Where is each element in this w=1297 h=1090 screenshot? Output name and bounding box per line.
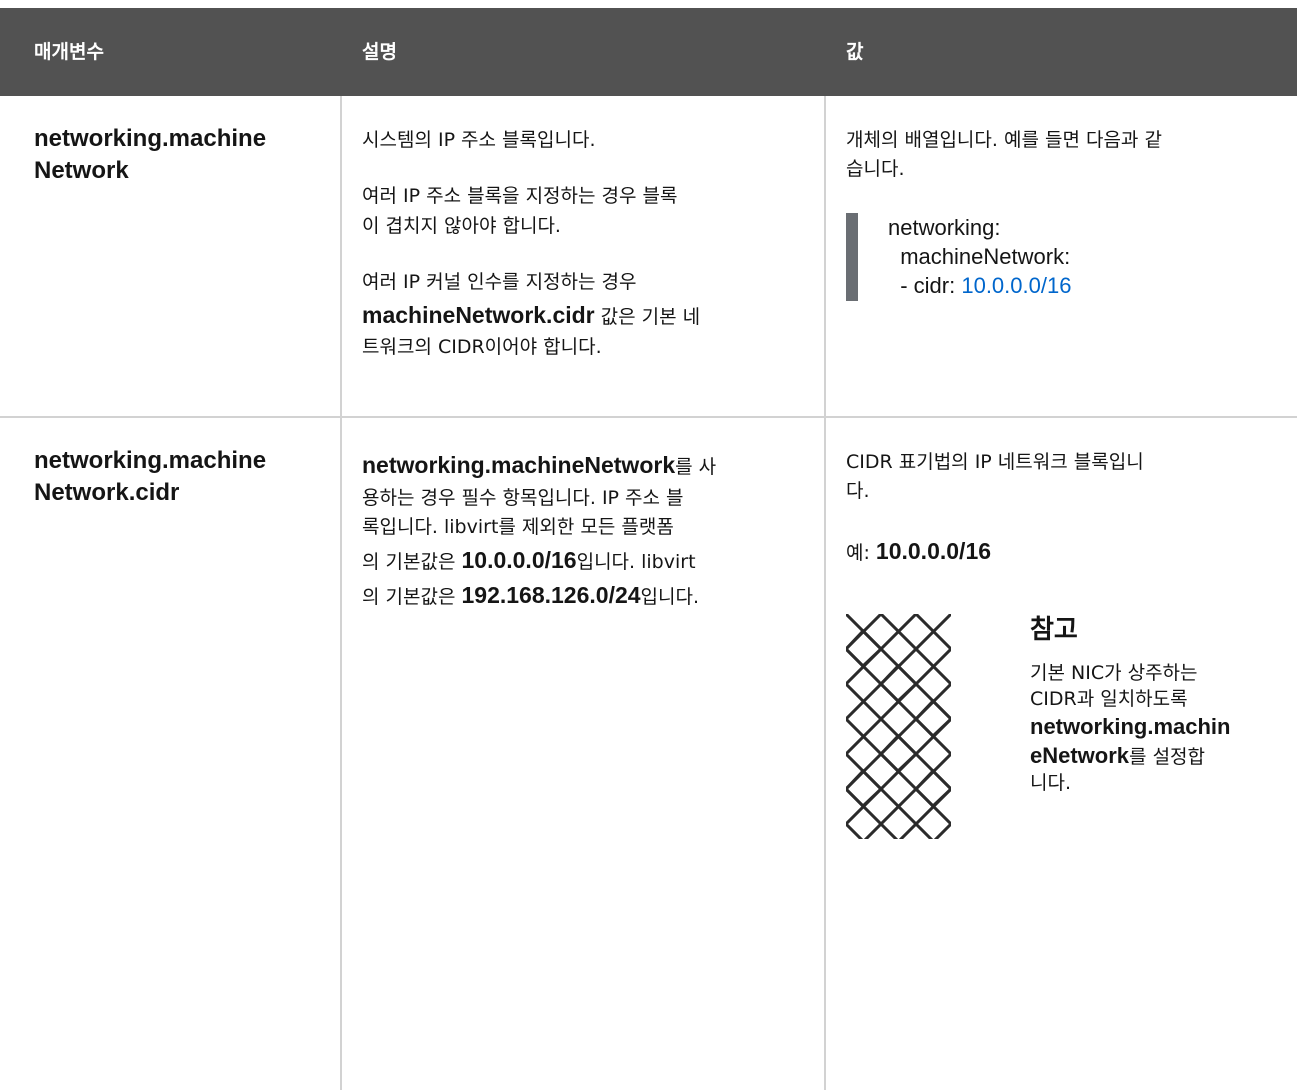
description-text: 록입니다. libvirt를 제외한 모든 플랫폼 <box>362 516 674 539</box>
value-text: 다. <box>846 480 870 503</box>
value-paragraph: CIDR 표기법의 IP 네트워크 블록입니 다. <box>846 448 1286 507</box>
description-text: 를 사 <box>675 456 717 478</box>
parameter-name: networking.machine Network.cidr <box>34 445 324 509</box>
description-paragraph: networking.machineNetwork를 사 용하는 경우 필수 항… <box>362 448 812 614</box>
value-cell: CIDR 표기법의 IP 네트워크 블록입니 다. 예: 10.0.0.0/16 <box>846 418 1286 844</box>
code-block-bar <box>846 212 858 301</box>
inline-code-bold: networking.machin <box>1030 713 1231 739</box>
example-label: 예: <box>846 541 876 564</box>
parameter-name-line: Network.cidr <box>34 478 180 506</box>
note-text-line: CIDR과 일치하도록 <box>1030 688 1188 711</box>
parameter-name-line: networking.machine <box>34 447 267 474</box>
top-strip <box>0 0 1297 8</box>
cidr-link[interactable]: 10.0.0.0/16 <box>961 273 1071 298</box>
inline-code-bold: 192.168.126.0/24 <box>461 582 641 609</box>
code-line: - cidr: 10.0.0.0/16 <box>888 271 1286 300</box>
header-parameter: 매개변수 <box>34 41 104 63</box>
note-text: 기본 NIC가 상주하는 CIDR과 일치하도록 networking.mach… <box>1030 661 1290 796</box>
parameter-name: networking.machine Network <box>34 123 324 187</box>
value-text: 습니다. <box>846 158 905 181</box>
parameter-name-line: Network <box>34 156 129 184</box>
description-text: 값은 기본 네 <box>594 305 701 328</box>
header-value: 값 <box>846 41 864 63</box>
description-text: 용하는 경우 필수 항목입니다. IP 주소 블 <box>362 486 684 509</box>
document-page: 매개변수 설명 값 networking.machine Network 시스템… <box>0 0 1297 1090</box>
inline-code-bold: networking.machineNetwork <box>362 452 676 478</box>
table-row: networking.machine Network 시스템의 IP 주소 블록… <box>0 96 1297 416</box>
description-paragraph: 여러 IP 주소 블록을 지정하는 경우 블록 이 겹치지 않아야 합니다. <box>362 182 812 241</box>
description-text: 입니다. <box>640 586 700 609</box>
header-description: 설명 <box>362 41 397 63</box>
description-text: 이 겹치지 않아야 합니다. <box>362 214 561 237</box>
description-paragraph: 여러 IP 커널 인수를 지정하는 경우 machineNetwork.cidr… <box>362 268 812 363</box>
parameter-cell: networking.machine Network <box>34 96 324 187</box>
description-cell: 시스템의 IP 주소 블록입니다. 여러 IP 주소 블록을 지정하는 경우 블… <box>362 96 812 363</box>
code-line: networking: <box>888 214 1001 240</box>
value-text: CIDR 표기법의 IP 네트워크 블록입니 <box>846 451 1144 473</box>
inline-code-bold: 10.0.0.0/16 <box>461 546 577 573</box>
description-text: 입니다. libvirt <box>576 550 696 573</box>
parameter-name-line: networking.machine <box>34 125 267 152</box>
description-text: 의 기본값은 <box>362 586 462 609</box>
example-value: 10.0.0.0/16 <box>875 537 992 564</box>
note-body: 참고 기본 NIC가 상주하는 CIDR과 일치하도록 networking.m… <box>1030 614 1290 797</box>
example-paragraph: 예: 10.0.0.0/16 <box>846 534 1286 570</box>
table-row: networking.machine Network.cidr networki… <box>0 418 1297 1090</box>
description-text: 여러 IP 커널 인수를 지정하는 경우 <box>362 271 637 294</box>
note-admonition: 참고 기본 NIC가 상주하는 CIDR과 일치하도록 networking.m… <box>846 613 1286 844</box>
note-title: 참고 <box>1030 614 1078 645</box>
value-cell: 개체의 배열입니다. 예를 들면 다음과 같 습니다. networking: … <box>846 96 1286 301</box>
code-line: machineNetwork: <box>888 244 1071 270</box>
description-text: 의 기본값은 <box>362 550 462 573</box>
value-paragraph: 개체의 배열입니다. 예를 들면 다음과 같 습니다. <box>846 126 1286 185</box>
description-text: 트워크의 CIDR이어야 합니다. <box>362 336 602 359</box>
table-header: 매개변수 설명 값 <box>0 8 1297 96</box>
code-text: - cidr: <box>888 273 962 299</box>
description-paragraph: 시스템의 IP 주소 블록입니다. <box>362 129 596 151</box>
code-example: networking: machineNetwork: - cidr: 10.0… <box>846 212 1286 301</box>
inline-code-bold: machineNetwork.cidr <box>362 301 595 328</box>
note-text-line: 를 설정합 <box>1129 745 1206 768</box>
inline-code-bold: eNetwork <box>1030 742 1130 768</box>
note-pattern-icon <box>846 613 951 839</box>
note-text-line: 니다. <box>1030 771 1071 794</box>
value-text: 개체의 배열입니다. 예를 들면 다음과 같 <box>846 129 1162 151</box>
description-text: 여러 IP 주소 블록을 지정하는 경우 블록 <box>362 185 678 208</box>
note-text-line: 기본 NIC가 상주하는 <box>1030 662 1198 685</box>
description-cell: networking.machineNetwork를 사 용하는 경우 필수 항… <box>362 418 812 614</box>
parameter-cell: networking.machine Network.cidr <box>34 418 324 509</box>
